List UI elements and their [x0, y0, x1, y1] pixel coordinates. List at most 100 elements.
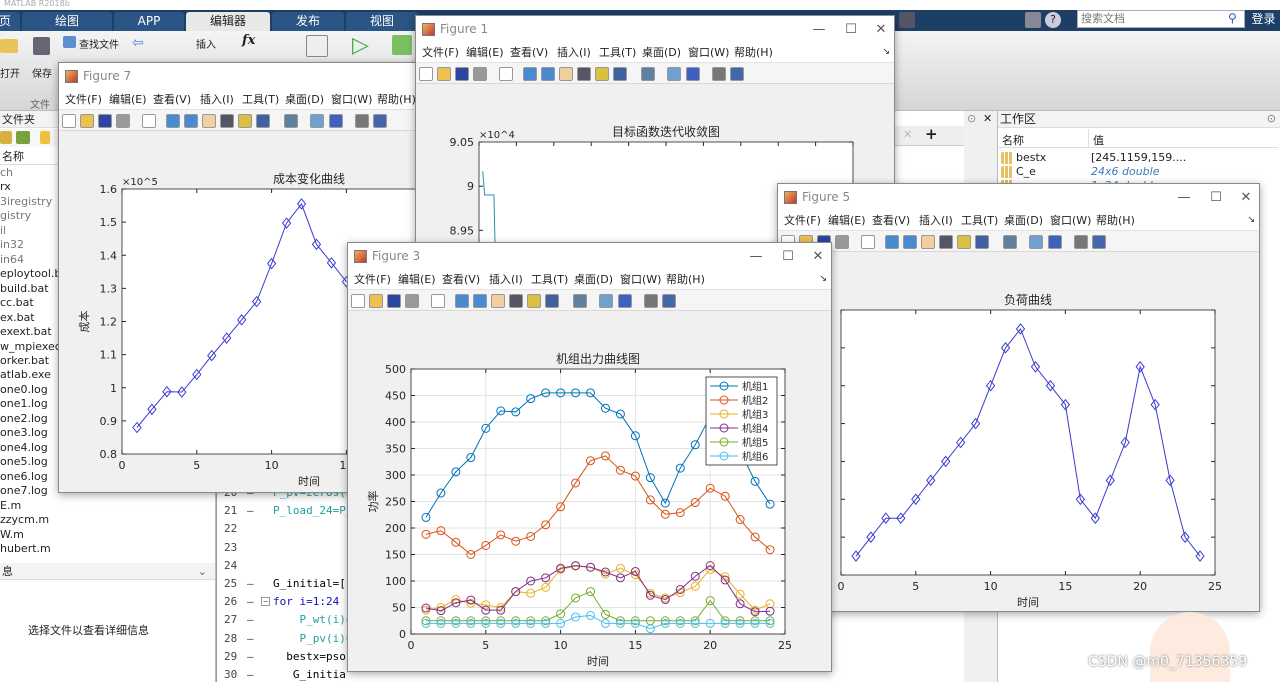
menu-item[interactable]: 帮助(H) — [666, 270, 705, 289]
file-item[interactable]: ex.bat — [0, 311, 35, 324]
file-item[interactable]: one2.log — [0, 412, 48, 425]
chevron-down-icon[interactable]: ⌄ — [198, 563, 207, 580]
pointer-icon[interactable] — [431, 294, 445, 308]
legend-icon[interactable] — [618, 294, 632, 308]
menu-item[interactable]: 窗口(W) — [331, 90, 372, 109]
value-column[interactable]: 值 — [1088, 129, 1104, 148]
rotate-icon[interactable] — [939, 235, 953, 249]
search-icon[interactable]: ⚲ — [1228, 11, 1237, 25]
search-docs-input[interactable]: 搜索文档 — [1077, 10, 1245, 28]
new-file-icon[interactable] — [351, 294, 365, 308]
link-plot-icon[interactable] — [641, 67, 655, 81]
dock-icon[interactable] — [730, 67, 744, 81]
pan-hand-icon[interactable] — [491, 294, 505, 308]
panel-menu-icon[interactable]: ⊙ — [967, 112, 976, 125]
zoom-out-icon[interactable] — [473, 294, 487, 308]
help-icon[interactable]: ? — [1045, 12, 1061, 28]
folder-icon[interactable] — [40, 131, 50, 144]
menu-expand-icon[interactable]: ↘ — [882, 43, 890, 62]
fx-button[interactable]: fx — [242, 33, 255, 48]
link-plot-icon[interactable] — [573, 294, 587, 308]
zoom-out-icon[interactable] — [184, 114, 198, 128]
tab-plots[interactable]: 绘图 — [22, 12, 112, 31]
menu-item[interactable]: 编辑(E) — [828, 211, 866, 230]
fold-toggle-icon[interactable]: − — [261, 597, 270, 607]
layout-icon[interactable] — [1025, 12, 1041, 28]
open-folder-icon[interactable] — [369, 294, 383, 308]
new-file-icon[interactable] — [419, 67, 433, 81]
workspace-menu-icon[interactable]: ⊙ — [1267, 112, 1276, 125]
code-line[interactable]: G_initia — [273, 668, 346, 681]
data-cursor-icon[interactable] — [238, 114, 252, 128]
dock-icon[interactable] — [1092, 235, 1106, 249]
menu-item[interactable]: 窗口(W) — [688, 43, 729, 62]
pointer-icon[interactable] — [142, 114, 156, 128]
figure-title-bar[interactable]: Figure 5 — ☐ ✕ — [778, 184, 1259, 211]
maximize-button[interactable]: ☐ — [836, 16, 866, 43]
menu-item[interactable]: 窗口(W) — [620, 270, 661, 289]
code-line[interactable]: P_wt(i)= — [273, 613, 352, 626]
pan-hand-icon[interactable] — [559, 67, 573, 81]
menu-item[interactable]: 编辑(E) — [466, 43, 504, 62]
menu-item[interactable]: 帮助(H) — [734, 43, 773, 62]
variable-value[interactable]: 24x6 double — [1091, 165, 1160, 178]
save-icon[interactable] — [98, 114, 112, 128]
code-line[interactable]: P_load_24=P_ — [273, 504, 352, 517]
hide-tools-icon[interactable] — [644, 294, 658, 308]
figure-title-bar[interactable]: Figure 1 — ☐ ✕ — [416, 16, 894, 43]
file-item[interactable]: w_mpiexec. — [0, 340, 64, 353]
file-item[interactable]: ch — [0, 166, 13, 179]
find-files-button[interactable]: 查找文件 — [79, 36, 119, 51]
zoom-in-icon[interactable] — [166, 114, 180, 128]
zoom-out-icon[interactable] — [541, 67, 555, 81]
variable-name[interactable]: bestx — [1016, 151, 1046, 164]
link-plot-icon[interactable] — [1003, 235, 1017, 249]
menu-item[interactable]: 工具(T) — [599, 43, 636, 62]
save-icon[interactable] — [387, 294, 401, 308]
menu-item[interactable]: 查看(V) — [510, 43, 548, 62]
file-item[interactable]: in64 — [0, 253, 24, 266]
colorbar-icon[interactable] — [310, 114, 324, 128]
print-icon[interactable] — [473, 67, 487, 81]
insert-button[interactable]: 插入 — [196, 36, 216, 51]
file-item[interactable]: il — [0, 224, 6, 237]
hide-tools-icon[interactable] — [1074, 235, 1088, 249]
pointer-icon[interactable] — [499, 67, 513, 81]
menu-item[interactable]: 查看(V) — [872, 211, 910, 230]
file-item[interactable]: W.m — [0, 528, 24, 541]
maximize-button[interactable]: ☐ — [1201, 184, 1231, 211]
rotate-icon[interactable] — [220, 114, 234, 128]
rotate-icon[interactable] — [577, 67, 591, 81]
code-line[interactable]: bestx=pso — [273, 650, 346, 663]
data-cursor-icon[interactable] — [595, 67, 609, 81]
close-button[interactable]: ✕ — [803, 243, 831, 270]
close-panel-icon[interactable]: ✕ — [983, 112, 992, 125]
up-folder-icon[interactable] — [0, 131, 12, 144]
dock-icon[interactable] — [662, 294, 676, 308]
file-item[interactable]: one5.log — [0, 455, 48, 468]
brush-icon[interactable] — [545, 294, 559, 308]
pan-hand-icon[interactable] — [202, 114, 216, 128]
variable-name[interactable]: C_e — [1016, 165, 1036, 178]
legend-icon[interactable] — [1048, 235, 1062, 249]
code-line[interactable]: G_initial=[1 — [273, 577, 352, 590]
tab-publish[interactable]: 发布 — [272, 12, 344, 31]
menu-item[interactable]: 文件(F) — [422, 43, 459, 62]
menu-item[interactable]: 桌面(D) — [642, 43, 681, 62]
brush-icon[interactable] — [256, 114, 270, 128]
menu-item[interactable]: 插入(I) — [200, 90, 234, 109]
tab-editor[interactable]: 编辑器 — [186, 12, 270, 31]
menu-item[interactable]: 查看(V) — [442, 270, 480, 289]
run-icon[interactable]: ▷ — [352, 33, 369, 58]
menu-item[interactable]: 插入(I) — [557, 43, 591, 62]
zoom-in-icon[interactable] — [885, 235, 899, 249]
brush-icon[interactable] — [613, 67, 627, 81]
open-folder-icon[interactable] — [437, 67, 451, 81]
file-item[interactable]: build.bat — [0, 282, 49, 295]
maximize-button[interactable]: ☐ — [773, 243, 803, 270]
file-item[interactable]: 3iregistry — [0, 195, 52, 208]
variable-value[interactable]: [245.1159,159.... — [1091, 151, 1186, 164]
file-item[interactable]: zzycm.m — [0, 513, 49, 526]
file-item[interactable]: in32 — [0, 238, 24, 251]
menu-item[interactable]: 工具(T) — [531, 270, 568, 289]
